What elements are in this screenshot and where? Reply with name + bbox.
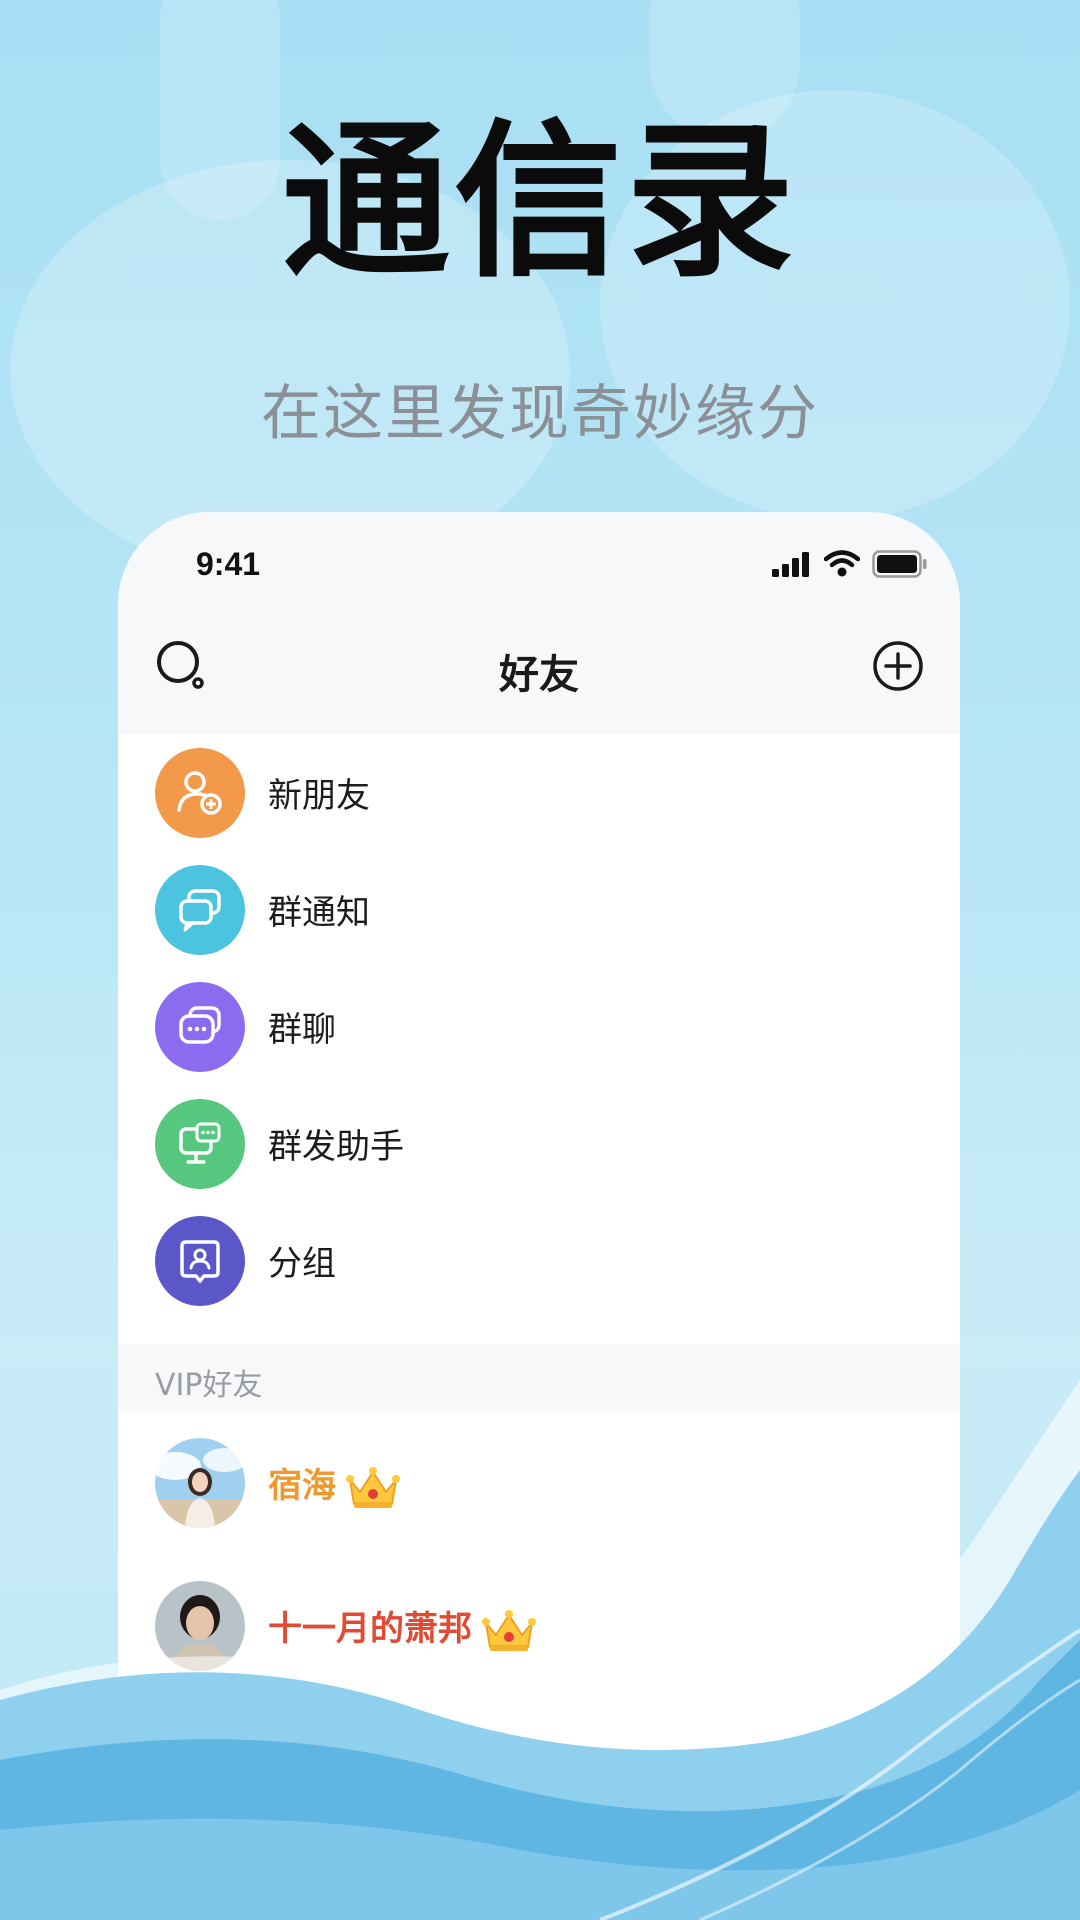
menu-item-label: 分组: [268, 1244, 336, 1284]
nav-bar: 好友: [118, 612, 960, 734]
menu-item-group-chat[interactable]: 群聊: [118, 968, 960, 1085]
hero-subtitle: 在这里发现奇妙缘分: [261, 379, 819, 449]
nav-title: 好友: [499, 652, 579, 698]
add-circle-icon[interactable]: [870, 638, 926, 694]
menu-item-groups[interactable]: 分组: [118, 1202, 960, 1319]
wifi-icon: [824, 550, 860, 577]
status-icons: [772, 550, 928, 578]
status-bar: 9:41: [118, 512, 960, 612]
menu-item-label: 群聊: [268, 1010, 336, 1050]
chat-bubbles-icon: [155, 864, 245, 955]
menu-item-new-friends[interactable]: 新朋友: [118, 734, 960, 851]
broadcast-monitor-icon: [155, 1098, 245, 1189]
wave-decoration: [0, 1380, 1080, 1920]
menu-list: 新朋友 群通知 群聊 群发助手 分组: [118, 734, 960, 1319]
contact-card-icon: [155, 1215, 245, 1306]
menu-item-broadcast-assistant[interactable]: 群发助手: [118, 1085, 960, 1202]
signal-icon: [772, 552, 809, 577]
menu-item-group-notices[interactable]: 群通知: [118, 851, 960, 968]
status-time: 9:41: [196, 546, 261, 582]
menu-item-label: 群通知: [268, 893, 370, 933]
add-friend-icon: [155, 747, 245, 838]
group-chat-icon: [155, 981, 245, 1072]
menu-item-label: 新朋友: [268, 776, 370, 816]
battery-icon: [872, 550, 927, 578]
menu-item-label: 群发助手: [268, 1127, 404, 1167]
hero-title: 通信录: [282, 104, 798, 300]
